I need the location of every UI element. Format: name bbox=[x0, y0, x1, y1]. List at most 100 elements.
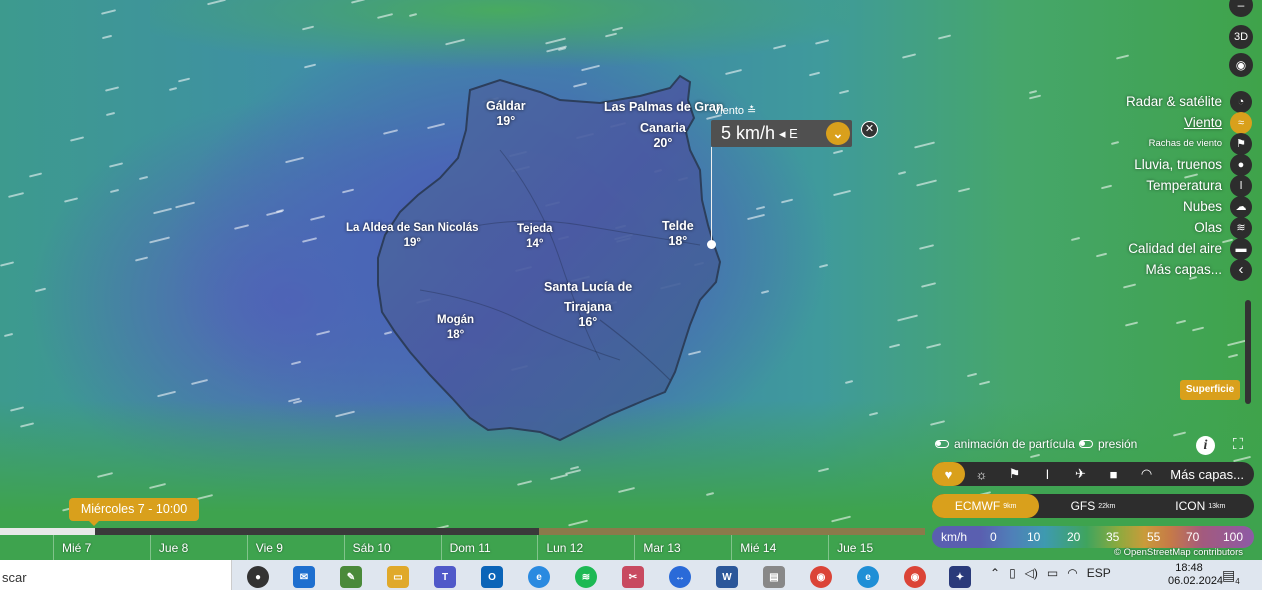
town-canaria[interactable]: Canaria 20° bbox=[640, 121, 686, 151]
layer-air-quality[interactable]: Calidad del aire bbox=[1128, 241, 1222, 256]
timeline-bar[interactable] bbox=[0, 528, 925, 535]
layer-wind[interactable]: Viento bbox=[1184, 115, 1222, 130]
town-la-aldea[interactable]: La Aldea de San Nicolás 19° bbox=[346, 221, 479, 251]
app-icon[interactable]: ✂ bbox=[622, 566, 644, 588]
chevron-left-icon[interactable]: ‹ bbox=[1230, 259, 1252, 281]
info-icon[interactable]: i bbox=[1196, 436, 1215, 455]
heart-icon[interactable]: ♥ bbox=[932, 462, 965, 486]
plane-icon[interactable]: ✈ bbox=[1064, 462, 1097, 486]
chrome-profile-icon[interactable]: ◉ bbox=[904, 566, 926, 588]
clock-date: 06.02.2024 bbox=[1168, 575, 1224, 587]
layer-waves[interactable]: Olas bbox=[1194, 220, 1222, 235]
timeline-day[interactable]: Jue 8 bbox=[149, 535, 247, 560]
weather-icon[interactable]: ☼ bbox=[965, 462, 998, 486]
edge-icon[interactable]: e bbox=[857, 566, 879, 588]
waves-icon[interactable]: ≋ bbox=[1230, 217, 1252, 239]
flag-icon[interactable]: ⚑ bbox=[998, 462, 1031, 486]
model-res: 22km bbox=[1098, 502, 1116, 510]
legend-tick: 55 bbox=[1147, 530, 1161, 544]
timeline-day[interactable]: Jue 15 bbox=[828, 535, 925, 560]
model-name: ICON bbox=[1175, 499, 1206, 513]
town-mogan[interactable]: Mogán 18° bbox=[437, 313, 474, 343]
wind-icon[interactable]: ≈ bbox=[1230, 112, 1252, 134]
flag-icon[interactable]: ⚑ bbox=[1230, 133, 1252, 155]
town-galdar[interactable]: Gáldar 19° bbox=[486, 99, 526, 129]
layer-gusts[interactable]: Rachas de viento bbox=[1149, 138, 1222, 149]
timeline-day[interactable]: Mié 14 bbox=[731, 535, 828, 560]
model-name: ECMWF bbox=[954, 499, 1001, 513]
cloud-icon[interactable]: ☁ bbox=[1230, 196, 1252, 218]
location-pin[interactable] bbox=[707, 240, 716, 249]
camera-icon[interactable]: ■ bbox=[1097, 462, 1130, 486]
device-icon[interactable]: ▯ bbox=[1009, 566, 1016, 580]
chrome-icon[interactable]: ◉ bbox=[810, 566, 832, 588]
printer-icon[interactable]: ▤ bbox=[763, 566, 785, 588]
teams-icon[interactable]: T bbox=[434, 566, 456, 588]
more-layers-button[interactable]: Más capas... bbox=[1170, 467, 1244, 482]
town-santa-lucia[interactable]: Santa Lucía de bbox=[544, 280, 632, 295]
thermometer-icon[interactable]: ǀ bbox=[1031, 462, 1064, 486]
model-ecmwf[interactable]: ECMWF 9km bbox=[932, 494, 1040, 518]
town-temp: 18° bbox=[446, 329, 465, 341]
model-icon[interactable]: ICON 13km bbox=[1147, 494, 1254, 518]
town-las-palmas[interactable]: Las Palmas de Gran bbox=[604, 100, 724, 115]
fullscreen-icon[interactable]: ⛶ bbox=[1229, 436, 1247, 454]
layer-more[interactable]: Más capas... bbox=[1145, 262, 1222, 277]
folder-icon[interactable]: ▭ bbox=[387, 566, 409, 588]
notification-icon[interactable]: ▤4 bbox=[1222, 567, 1240, 586]
model-gfs[interactable]: GFS 22km bbox=[1039, 494, 1146, 518]
notes-icon[interactable]: ✎ bbox=[340, 566, 362, 588]
close-icon[interactable]: ✕ bbox=[861, 121, 878, 138]
layer-temperature[interactable]: Temperatura bbox=[1146, 178, 1222, 193]
wind-speed-legend[interactable]: km/h 0 10 20 35 55 70 100 bbox=[932, 526, 1254, 548]
pressure-toggle[interactable]: presión bbox=[1079, 437, 1137, 451]
mail-icon[interactable]: ✉ bbox=[293, 566, 315, 588]
spotify-icon[interactable]: ≋ bbox=[575, 566, 597, 588]
timeline-day[interactable]: Vie 9 bbox=[246, 535, 344, 560]
app-icon[interactable]: ✦ bbox=[949, 566, 971, 588]
taskbar-clock[interactable]: 18:48 06.02.2024 bbox=[1168, 562, 1224, 588]
wifi-off-icon[interactable]: ◠ bbox=[1067, 566, 1077, 580]
taskbar-search-input[interactable]: scar bbox=[0, 560, 232, 590]
timeline-day[interactable]: Mié 7 bbox=[53, 535, 150, 560]
timeline-day[interactable]: Sáb 10 bbox=[343, 535, 441, 560]
3d-icon[interactable]: 3D bbox=[1229, 25, 1253, 49]
network-icon[interactable]: ▭ bbox=[1047, 566, 1058, 580]
layer-radar[interactable]: Radar & satélite bbox=[1126, 94, 1222, 109]
town-name: Canaria bbox=[640, 121, 686, 135]
radar-icon[interactable]: ◠ bbox=[1130, 462, 1163, 486]
attribution[interactable]: © OpenStreetMap contributors bbox=[1114, 547, 1243, 558]
hurricane-icon[interactable]: ◉ bbox=[1229, 53, 1253, 77]
outlook-icon[interactable]: O bbox=[481, 566, 503, 588]
legend-tick: 10 bbox=[1027, 530, 1041, 544]
toggle-icon bbox=[935, 440, 949, 448]
town-tirajana[interactable]: Tirajana 16° bbox=[564, 300, 612, 330]
obs-icon[interactable]: ● bbox=[247, 566, 269, 588]
car-icon[interactable]: ▬ bbox=[1230, 238, 1252, 260]
altitude-scrollbar[interactable] bbox=[1245, 300, 1251, 404]
model-selector: ECMWF 9km GFS 22km ICON 13km bbox=[932, 494, 1254, 518]
ie-icon[interactable]: e bbox=[528, 566, 550, 588]
town-telde[interactable]: Telde 18° bbox=[662, 219, 694, 249]
chevron-down-icon[interactable]: ⌄ bbox=[826, 122, 850, 145]
volume-icon[interactable]: ◁) bbox=[1025, 566, 1038, 580]
timeline-day[interactable]: Lun 12 bbox=[537, 535, 634, 560]
timeline-day[interactable]: Mar 13 bbox=[634, 535, 731, 560]
particle-animation-toggle[interactable]: animación de partícula bbox=[935, 437, 1075, 451]
surface-level-button[interactable]: Superficie bbox=[1180, 380, 1240, 400]
word-icon[interactable]: W bbox=[716, 566, 738, 588]
layer-rain[interactable]: Lluvia, truenos bbox=[1134, 157, 1222, 172]
wind-popup[interactable]: 5 km/h ◂ E ⌄ bbox=[711, 120, 852, 147]
layer-clouds[interactable]: Nubes bbox=[1183, 199, 1222, 214]
town-tejeda[interactable]: Tejeda 14° bbox=[517, 222, 553, 252]
language-indicator[interactable]: ESP bbox=[1087, 566, 1111, 580]
thermometer-icon[interactable]: ǀ bbox=[1230, 175, 1252, 197]
chevron-up-icon[interactable]: ⌃ bbox=[990, 566, 1000, 580]
teamviewer-icon[interactable]: ↔ bbox=[669, 566, 691, 588]
timeline-day[interactable]: Dom 11 bbox=[440, 535, 538, 560]
timeline-current-time[interactable]: Miércoles 7 - 10:00 bbox=[69, 498, 199, 526]
radar-icon[interactable]: ◔ bbox=[1230, 91, 1252, 113]
notification-count: 4 bbox=[1235, 576, 1240, 586]
drop-icon[interactable]: ● bbox=[1230, 154, 1252, 176]
model-res: 13km bbox=[1208, 502, 1226, 510]
